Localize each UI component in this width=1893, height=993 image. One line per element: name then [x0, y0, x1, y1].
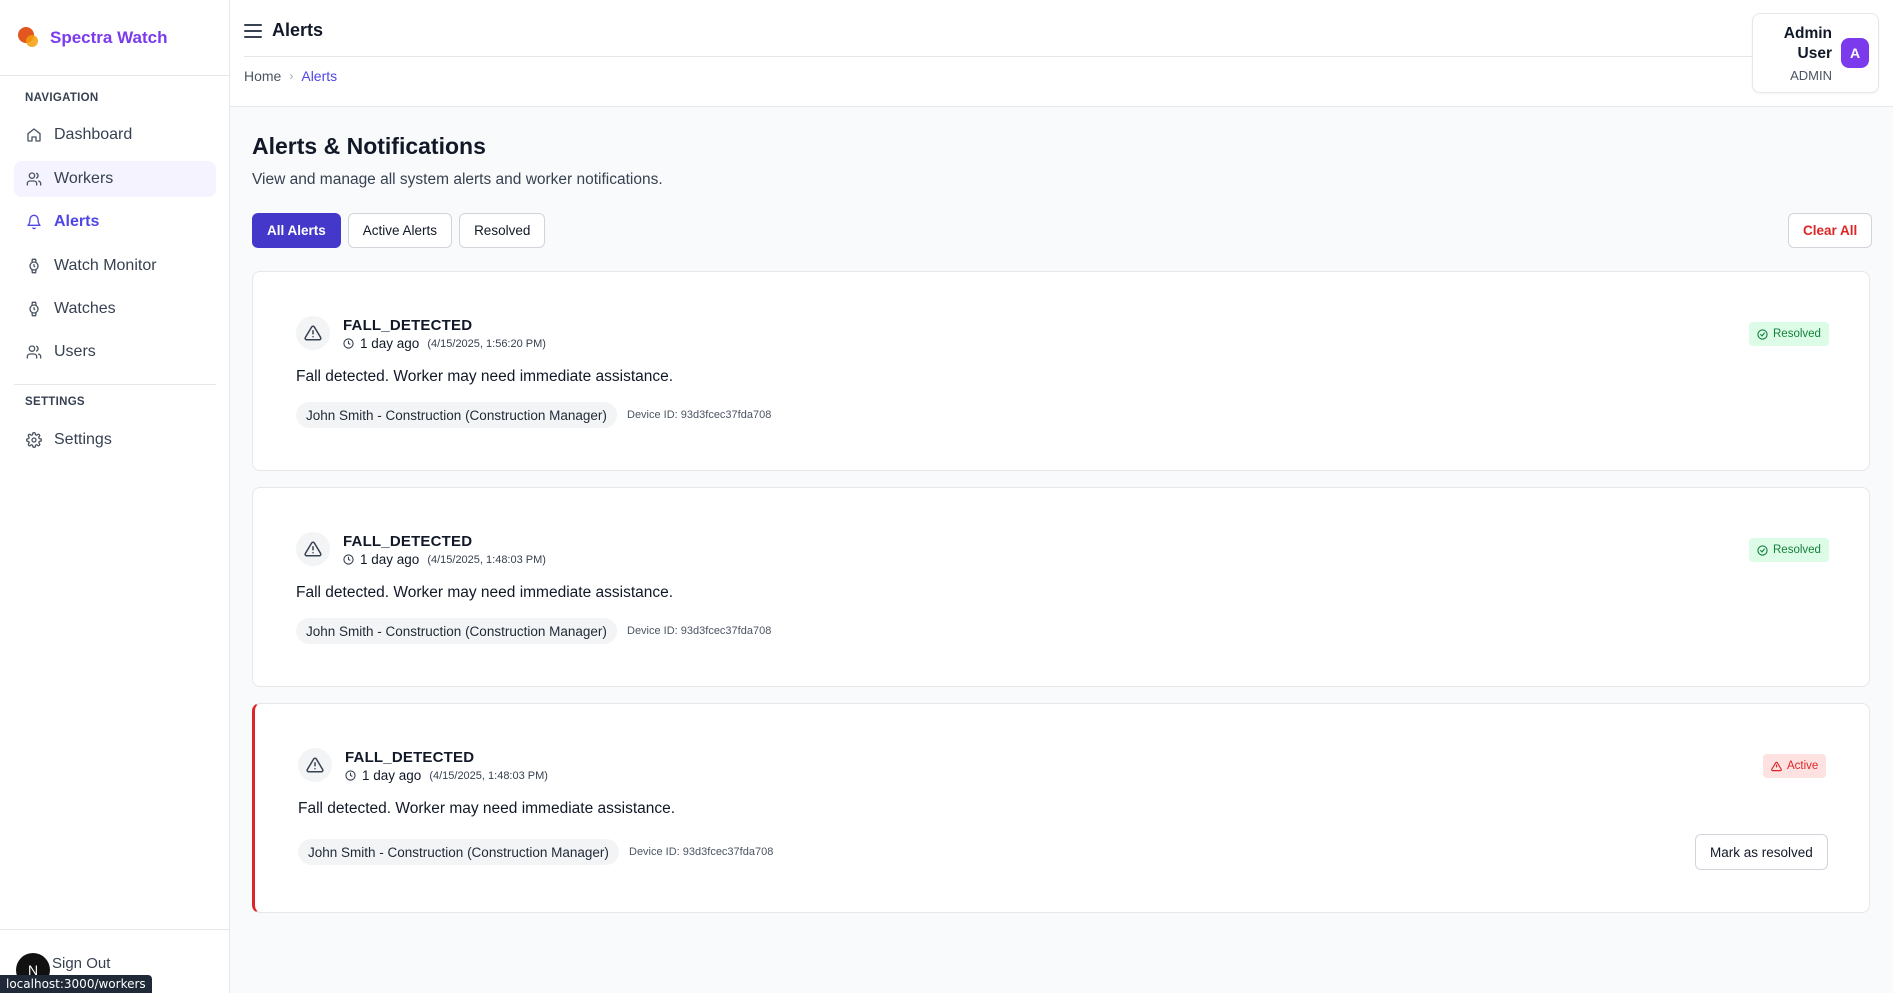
settings-section-label: SETTINGS: [25, 396, 85, 408]
status-badge-label: Resolved: [1773, 328, 1821, 340]
alert-timestamp: (4/15/2025, 1:48:03 PM): [429, 769, 548, 782]
sidebar-item-label: Watch Monitor: [54, 257, 157, 274]
sidebar-item-label: Dashboard: [54, 126, 133, 143]
alert-card: FALL_DETECTED 1 day ago (4/15/2025, 1:56…: [252, 271, 1870, 471]
watch-icon: [26, 258, 42, 274]
alert-relative-time: 1 day ago: [360, 336, 420, 351]
sidebar-item-users[interactable]: Users: [14, 334, 216, 370]
worker-chip: John Smith - Construction (Construction …: [296, 402, 617, 428]
alert-card: FALL_DETECTED 1 day ago (4/15/2025, 1:48…: [252, 487, 1870, 687]
worker-chip: John Smith - Construction (Construction …: [298, 839, 619, 865]
sidebar-item-watches[interactable]: Watches: [14, 291, 216, 327]
alert-message: Fall detected. Worker may need immediate…: [298, 800, 676, 817]
alert-time: 1 day ago (4/15/2025, 1:48:03 PM): [343, 552, 546, 567]
device-id: Device ID: 93d3fcec37fda708: [627, 409, 772, 421]
nav-section-label: NAVIGATION: [25, 92, 99, 104]
clear-all-button[interactable]: Clear All: [1788, 213, 1873, 248]
users-icon: [26, 344, 42, 360]
check-circle-icon: [1757, 328, 1768, 340]
brand-name: Spectra Watch: [50, 27, 168, 47]
check-circle-icon: [1757, 544, 1768, 556]
warning-icon: [298, 748, 332, 782]
users-icon: [26, 171, 42, 187]
breadcrumb-home[interactable]: Home: [244, 68, 281, 84]
alert-type: FALL_DETECTED: [343, 317, 473, 334]
sidebar-item-settings[interactable]: Settings: [14, 422, 216, 458]
menu-icon[interactable]: [244, 23, 262, 38]
device-id: Device ID: 93d3fcec37fda708: [627, 625, 772, 637]
page-title: Alerts & Notifications: [252, 133, 486, 159]
sidebar-item-watch-monitor[interactable]: Watch Monitor: [14, 248, 216, 284]
alert-message: Fall detected. Worker may need immediate…: [296, 584, 674, 601]
sidebar: Spectra Watch NAVIGATION Dashboard Worke…: [0, 0, 230, 993]
clock-icon: [343, 338, 354, 349]
status-badge-label: Active: [1787, 760, 1819, 772]
avatar: A: [1841, 38, 1869, 68]
brand[interactable]: Spectra Watch: [0, 0, 229, 76]
alert-time: 1 day ago (4/15/2025, 1:48:03 PM): [345, 768, 548, 783]
device-id: Device ID: 93d3fcec37fda708: [629, 846, 774, 858]
alert-relative-time: 1 day ago: [360, 552, 420, 567]
warning-icon: [1771, 761, 1782, 772]
breadcrumb: Home › Alerts: [244, 68, 337, 84]
spectra-logo-icon: [18, 26, 40, 49]
status-badge: Active: [1763, 754, 1827, 778]
alert-type: FALL_DETECTED: [343, 533, 473, 550]
topbar: Alerts Home › Alerts Admin User ADMIN A: [230, 0, 1893, 107]
alert-timestamp: (4/15/2025, 1:48:03 PM): [427, 553, 546, 566]
chevron-right-icon: ›: [289, 69, 294, 83]
sidebar-item-dashboard[interactable]: Dashboard: [14, 117, 216, 153]
user-name: Admin User: [1783, 25, 1832, 62]
sidebar-item-label: Settings: [54, 431, 112, 448]
alert-card: FALL_DETECTED 1 day ago (4/15/2025, 1:48…: [252, 703, 1870, 913]
worker-chip: John Smith - Construction (Construction …: [296, 618, 617, 644]
sidebar-divider: [14, 384, 216, 385]
page-header-title: Alerts: [272, 20, 324, 40]
alert-timestamp: (4/15/2025, 1:56:20 PM): [427, 337, 546, 350]
topbar-divider: [244, 56, 1773, 57]
user-menu[interactable]: Admin User ADMIN A: [1752, 13, 1879, 93]
status-badge: Resolved: [1749, 322, 1829, 346]
alert-relative-time: 1 day ago: [362, 768, 422, 783]
sidebar-item-label: Alerts: [54, 213, 100, 230]
watch-icon: [26, 301, 42, 317]
mark-as-resolved-button[interactable]: Mark as resolved: [1695, 834, 1828, 870]
status-badge-label: Resolved: [1773, 544, 1821, 556]
sidebar-item-workers[interactable]: Workers: [14, 161, 216, 197]
filter-active-alerts[interactable]: Active Alerts: [347, 213, 453, 248]
clock-icon: [345, 770, 356, 781]
main-content: Alerts Home › Alerts Admin User ADMIN A …: [230, 0, 1893, 993]
status-bar-url: localhost:3000/workers: [0, 975, 152, 993]
filter-all-alerts[interactable]: All Alerts: [252, 213, 341, 248]
alert-type: FALL_DETECTED: [345, 749, 475, 766]
alert-time: 1 day ago (4/15/2025, 1:56:20 PM): [343, 336, 546, 351]
filter-tabs: All Alerts Active Alerts Resolved: [252, 213, 546, 248]
warning-icon: [296, 532, 330, 566]
home-icon: [26, 127, 42, 143]
sidebar-item-label: Users: [54, 343, 96, 360]
sign-out-button[interactable]: Sign Out: [52, 955, 110, 972]
status-badge: Resolved: [1749, 538, 1829, 562]
sidebar-item-label: Workers: [54, 170, 114, 187]
gear-icon: [26, 432, 42, 448]
user-role: ADMIN: [1790, 68, 1832, 83]
clock-icon: [343, 554, 354, 565]
sidebar-item-alerts[interactable]: Alerts: [14, 204, 216, 240]
sidebar-item-label: Watches: [54, 300, 116, 317]
warning-icon: [296, 316, 330, 350]
bell-icon: [26, 214, 42, 230]
alert-message: Fall detected. Worker may need immediate…: [296, 368, 674, 385]
filter-resolved[interactable]: Resolved: [459, 213, 546, 248]
breadcrumb-current[interactable]: Alerts: [301, 68, 337, 84]
page-subtitle: View and manage all system alerts and wo…: [252, 171, 663, 188]
